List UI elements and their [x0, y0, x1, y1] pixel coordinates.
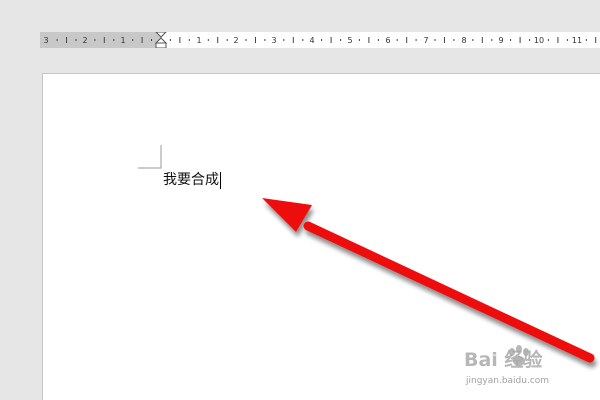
- document-text-line[interactable]: 我要合成: [163, 170, 221, 190]
- ruler-scale: 3 2 1 1 2 3 4 5 6 7 8 9 10 11: [43, 32, 597, 48]
- ruler-dot: [340, 39, 342, 41]
- indent-marker-icon[interactable]: [154, 32, 168, 48]
- horizontal-ruler[interactable]: 3 2 1 1 2 3 4 5 6 7 8 9 10 11: [40, 32, 600, 48]
- ruler-label-11: 11: [572, 36, 582, 45]
- ruler-dot: [226, 39, 228, 41]
- ruler-label-4: 4: [309, 36, 314, 45]
- ruler-dot: [169, 39, 171, 41]
- ruler-dot: [321, 39, 323, 41]
- word-processor-window: 3 2 1 1 2 3 4 5 6 7 8 9 10 11 我要合成 Bai 经…: [0, 0, 600, 400]
- ruler-label-5: 5: [347, 36, 352, 45]
- margin-corner-mark-icon: [138, 145, 162, 169]
- ruler-dot: [132, 39, 134, 41]
- ruler-dot: [283, 39, 285, 41]
- ruler-label-2: 2: [233, 36, 238, 45]
- ruler-label-2-left: 2: [82, 36, 87, 45]
- ruler-dot: [396, 39, 398, 41]
- ruler-dot: [566, 39, 568, 41]
- baidu-watermark: Bai 经验 jingyan.baidu.com: [464, 345, 549, 386]
- ruler-label-6: 6: [385, 36, 390, 45]
- ruler-ticks: [56, 37, 597, 43]
- ruler-dot: [56, 39, 58, 41]
- ruler-dot: [207, 39, 209, 41]
- ruler-label-8: 8: [461, 36, 466, 45]
- ruler-dot: [434, 39, 436, 41]
- ruler-dot: [151, 39, 152, 41]
- text-cursor: [220, 171, 221, 189]
- ruler-label-9: 9: [498, 36, 503, 45]
- ruler-dot: [358, 39, 360, 41]
- ruler-label-7: 7: [423, 36, 428, 45]
- ruler-dot: [94, 39, 96, 41]
- ruler-dot: [75, 39, 77, 41]
- ruler-label-3: 3: [271, 36, 276, 45]
- ruler-label-1: 1: [196, 36, 201, 45]
- ruler-dot: [585, 39, 587, 41]
- ruler-dot: [491, 39, 493, 41]
- ruler-dot: [472, 39, 474, 41]
- ruler-label-3-left: 3: [43, 36, 48, 45]
- ruler-dot: [245, 39, 247, 41]
- ruler-dot: [377, 39, 379, 41]
- ruler-dot: [302, 39, 304, 41]
- ruler-label-10: 10: [534, 36, 544, 45]
- ruler-dot: [547, 39, 549, 41]
- ruler-label-1-left: 1: [120, 36, 125, 45]
- watermark-logo-text: Bai 经验: [464, 348, 543, 371]
- ruler-dot: [264, 39, 266, 41]
- watermark-url: jingyan.baidu.com: [465, 376, 549, 386]
- ruler-dot: [415, 39, 417, 41]
- ruler-dot: [529, 39, 531, 41]
- ruler-dot: [510, 39, 512, 41]
- ruler-dot: [113, 39, 115, 41]
- ruler-dot: [188, 39, 190, 41]
- document-text: 我要合成: [163, 172, 219, 188]
- ruler-dot: [453, 39, 455, 41]
